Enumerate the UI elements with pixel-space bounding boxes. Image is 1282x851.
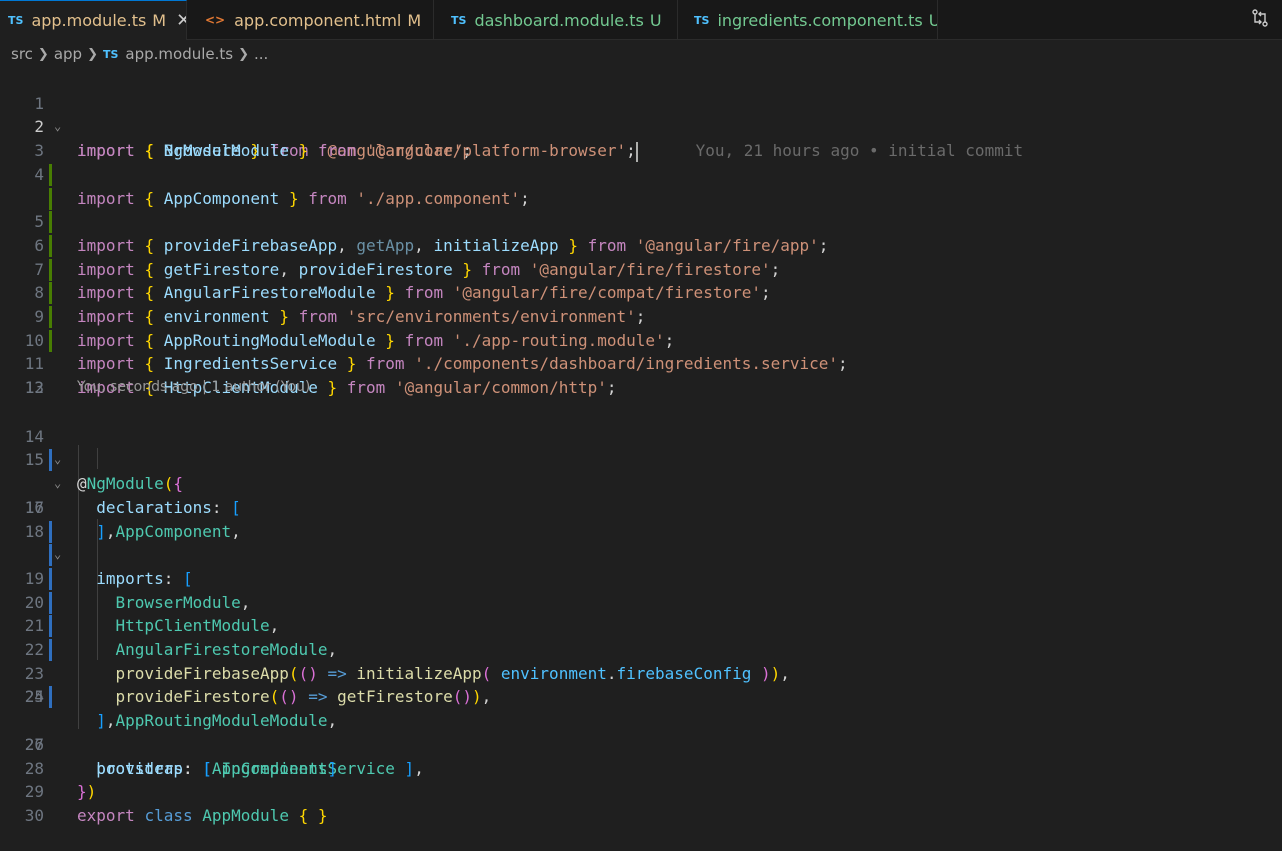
git-added-marker[interactable] — [49, 258, 52, 281]
code-line-current[interactable]: 2 import { BrowserModule } from '@angula… — [0, 92, 1282, 162]
codelens-author-info[interactable]: You, seconds ago | 1 author (You) — [77, 379, 310, 395]
git-modified-marker[interactable] — [49, 591, 52, 614]
tab-ingredients-component-ts[interactable]: TS ingredients.component.ts U — [678, 0, 938, 40]
tab-app-component-html[interactable]: <> app.component.html M — [187, 0, 434, 40]
code-line[interactable]: 20 HttpClientModule, — [0, 543, 1282, 635]
code-line[interactable]: 5 import { provideFirebaseApp, getApp, i… — [0, 163, 1282, 255]
line-number: 30 — [24, 805, 44, 825]
source-control-compare-icon[interactable] — [1248, 8, 1272, 32]
modified-badge: M — [407, 10, 422, 30]
breadcrumb-item-app[interactable]: app — [54, 45, 82, 63]
code-line[interactable]: 11 import { HttpClientModule } from '@an… — [0, 305, 1282, 397]
breadcrumb: src ❯ app ❯ TS app.module.ts ❯ ... — [0, 41, 1282, 67]
code-line[interactable]: 16 AppComponent, — [0, 448, 1282, 541]
code-line[interactable]: 29 export class AppModule { } — [0, 757, 1282, 825]
typescript-icon: TS — [8, 14, 24, 27]
code-line[interactable]: 13 — [0, 352, 1282, 397]
git-modified-marker[interactable] — [49, 686, 52, 709]
git-added-marker[interactable] — [49, 234, 52, 257]
html-icon: <> — [205, 13, 226, 27]
tab-label: dashboard.module.ts — [474, 10, 644, 30]
code-line[interactable]: 12 — [0, 329, 1282, 397]
code-line[interactable]: 19 BrowserModule, — [0, 520, 1282, 612]
code-line[interactable]: 9 import { AppRoutingModuleModule } from… — [0, 258, 1282, 350]
untracked-badge: U — [649, 10, 662, 30]
code-line[interactable]: 14 ⌄ @NgModule({ — [0, 401, 1282, 493]
code-line[interactable]: 27 bootstrap: [AppComponent] — [0, 709, 1282, 778]
typescript-icon: TS — [102, 47, 119, 61]
code-line[interactable]: 30 — [0, 780, 1282, 825]
code-line[interactable]: 6 import { getFirestore, provideFirestor… — [0, 187, 1282, 279]
code-line[interactable]: 15 ⌄ declarations: [ — [0, 425, 1282, 516]
code-text: export class AppModule { } — [77, 805, 328, 825]
code-line[interactable]: 4 import { AppComponent } from './app.co… — [0, 139, 1282, 208]
code-line[interactable]: 26 providers: [ IngredientsService ], — [0, 685, 1282, 778]
line-number: 13 — [24, 378, 44, 398]
git-modified-marker[interactable] — [49, 567, 52, 590]
tab-label: app.module.ts — [31, 11, 147, 30]
chevron-right-icon: ❯ — [87, 46, 98, 62]
breadcrumb-item-file[interactable]: app.module.ts — [125, 45, 233, 63]
git-modified-marker[interactable] — [49, 615, 52, 638]
breadcrumb-item-src[interactable]: src — [11, 45, 33, 63]
git-modified-marker[interactable] — [49, 449, 52, 472]
git-added-marker[interactable] — [49, 329, 52, 352]
typescript-icon: TS — [694, 13, 710, 27]
code-line[interactable]: 18 ⌄ imports: [ — [0, 496, 1282, 588]
close-icon[interactable]: ✕ — [176, 10, 186, 31]
chevron-right-icon: ❯ — [238, 46, 249, 62]
code-line[interactable]: 21 AngularFirestoreModule, — [0, 567, 1282, 659]
git-added-marker[interactable] — [49, 211, 52, 234]
git-modified-marker[interactable] — [49, 544, 52, 567]
git-added-marker[interactable] — [49, 163, 52, 186]
tab-app-module-ts[interactable]: TS app.module.ts M ✕ — [0, 0, 187, 40]
code-line[interactable]: 1 ⌄ import { NgModule } from '@angular/c… — [0, 68, 1282, 160]
code-line[interactable]: 8 import { environment } from 'src/envir… — [0, 234, 1282, 326]
tab-label: app.component.html — [234, 10, 402, 30]
git-added-marker[interactable] — [49, 306, 52, 328]
breadcrumb-item-more[interactable]: ... — [254, 45, 268, 63]
modified-badge: M — [152, 11, 167, 30]
editor-tab-bar: TS app.module.ts M ✕ <> app.component.ht… — [0, 0, 1282, 40]
git-added-marker[interactable] — [49, 187, 52, 210]
code-line[interactable]: 10 import { IngredientsService } from '.… — [0, 281, 1282, 373]
tab-label: ingredients.component.ts — [717, 10, 923, 30]
code-editor[interactable]: 1 ⌄ import { NgModule } from '@angular/c… — [0, 68, 1282, 843]
code-line[interactable]: 24 AppRoutingModuleModule, — [0, 638, 1282, 730]
code-line[interactable]: 22 provideFirebaseApp(() => initializeAp… — [0, 591, 1282, 683]
untracked-badge: U — [929, 11, 937, 30]
git-modified-marker[interactable] — [49, 520, 52, 543]
code-line[interactable]: 28 }) — [0, 733, 1282, 802]
code-line[interactable]: 7 import { AngularFirestoreModule } from… — [0, 210, 1282, 302]
code-line[interactable]: 25 ], — [0, 662, 1282, 730]
code-line[interactable]: 3 — [0, 115, 1282, 160]
code-line[interactable]: 23 provideFirestore(() => getFirestore()… — [0, 614, 1282, 706]
git-modified-marker[interactable] — [49, 639, 52, 661]
typescript-icon: TS — [451, 13, 467, 27]
chevron-right-icon: ❯ — [37, 46, 49, 62]
git-added-marker[interactable] — [49, 282, 52, 305]
tab-dashboard-module-ts[interactable]: TS dashboard.module.ts U — [434, 0, 678, 40]
code-line[interactable]: 17 ], — [0, 472, 1282, 541]
